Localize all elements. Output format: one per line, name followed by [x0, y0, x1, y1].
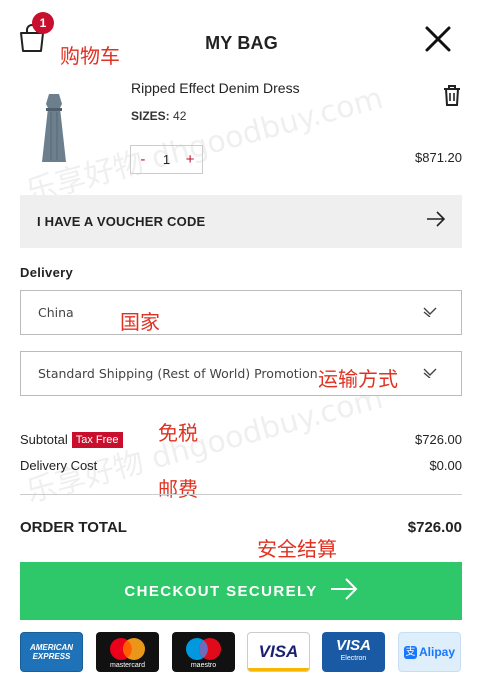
checkout-annotation: 安全结算 — [257, 537, 337, 561]
quantity-increase-button[interactable]: + — [178, 151, 202, 168]
visa-electron-logo: VISA Electron — [322, 632, 385, 672]
amex-logo: AMERICAN EXPRESS — [20, 632, 83, 672]
arrow-right-icon — [426, 211, 446, 232]
quantity-value[interactable]: 1 — [155, 152, 179, 167]
subtotal-label: Subtotal Tax Free — [20, 432, 123, 448]
country-value: China — [38, 305, 74, 320]
amex-text: AMERICAN — [29, 643, 74, 652]
delivery-section-label: Delivery — [20, 265, 73, 280]
voucher-code-button[interactable]: I HAVE A VOUCHER CODE — [20, 195, 462, 248]
country-annotation: 国家 — [120, 310, 160, 334]
divider — [20, 494, 462, 495]
trash-icon[interactable] — [442, 84, 462, 106]
size-label: SIZES: — [131, 109, 170, 123]
mastercard-logo: mastercard — [96, 632, 159, 672]
alipay-icon: 支 — [403, 645, 417, 659]
product-name[interactable]: Ripped Effect Denim Dress — [131, 80, 300, 96]
quantity-decrease-button[interactable]: - — [131, 151, 155, 168]
maestro-logo: maestro — [172, 632, 235, 672]
alipay-text: Alipay — [418, 645, 455, 659]
product-price: $871.20 — [415, 150, 462, 165]
product-thumbnail[interactable] — [34, 92, 74, 164]
checkout-securely-button[interactable]: CHECKOUT SECURELY — [20, 562, 462, 620]
product-size: SIZES: 42 — [131, 109, 186, 123]
subtotal-text: Subtotal — [20, 432, 68, 447]
maestro-text: maestro — [190, 662, 217, 669]
checkout-label: CHECKOUT SECURELY — [124, 582, 318, 600]
delivery-cost-annotation: 邮费 — [158, 477, 198, 501]
tax-free-badge: Tax Free — [71, 432, 123, 448]
order-total-label: ORDER TOTAL — [20, 519, 127, 536]
voucher-label: I HAVE A VOUCHER CODE — [37, 214, 206, 229]
close-icon[interactable] — [424, 25, 452, 53]
chevron-down-icon — [423, 366, 437, 381]
cart-count-badge: 1 — [32, 12, 54, 34]
page-title: MY BAG — [205, 33, 278, 53]
country-select[interactable]: China — [20, 290, 462, 335]
quantity-stepper: - 1 + — [130, 145, 203, 174]
visa-electron-text: VISA — [335, 637, 371, 654]
size-value: 42 — [173, 109, 187, 123]
chevron-down-icon — [423, 305, 437, 320]
subtotal-value: $726.00 — [415, 432, 462, 447]
alipay-logo: 支 Alipay — [398, 632, 461, 672]
amex-text: EXPRESS — [32, 652, 71, 661]
arrow-right-icon — [330, 577, 358, 605]
shipping-method-value: Standard Shipping (Rest of World) Promot… — [38, 366, 318, 381]
mastercard-text: mastercard — [109, 662, 145, 669]
delivery-cost-value: $0.00 — [429, 458, 462, 473]
visa-logo: VISA — [247, 632, 310, 672]
shipping-annotation: 运输方式 — [318, 367, 398, 391]
visa-electron-subtext: Electron — [340, 655, 367, 662]
delivery-cost-label: Delivery Cost — [20, 458, 98, 473]
order-total-value: $726.00 — [407, 519, 462, 536]
visa-text: VISA — [258, 642, 299, 661]
tax-free-annotation: 免税 — [158, 421, 198, 445]
